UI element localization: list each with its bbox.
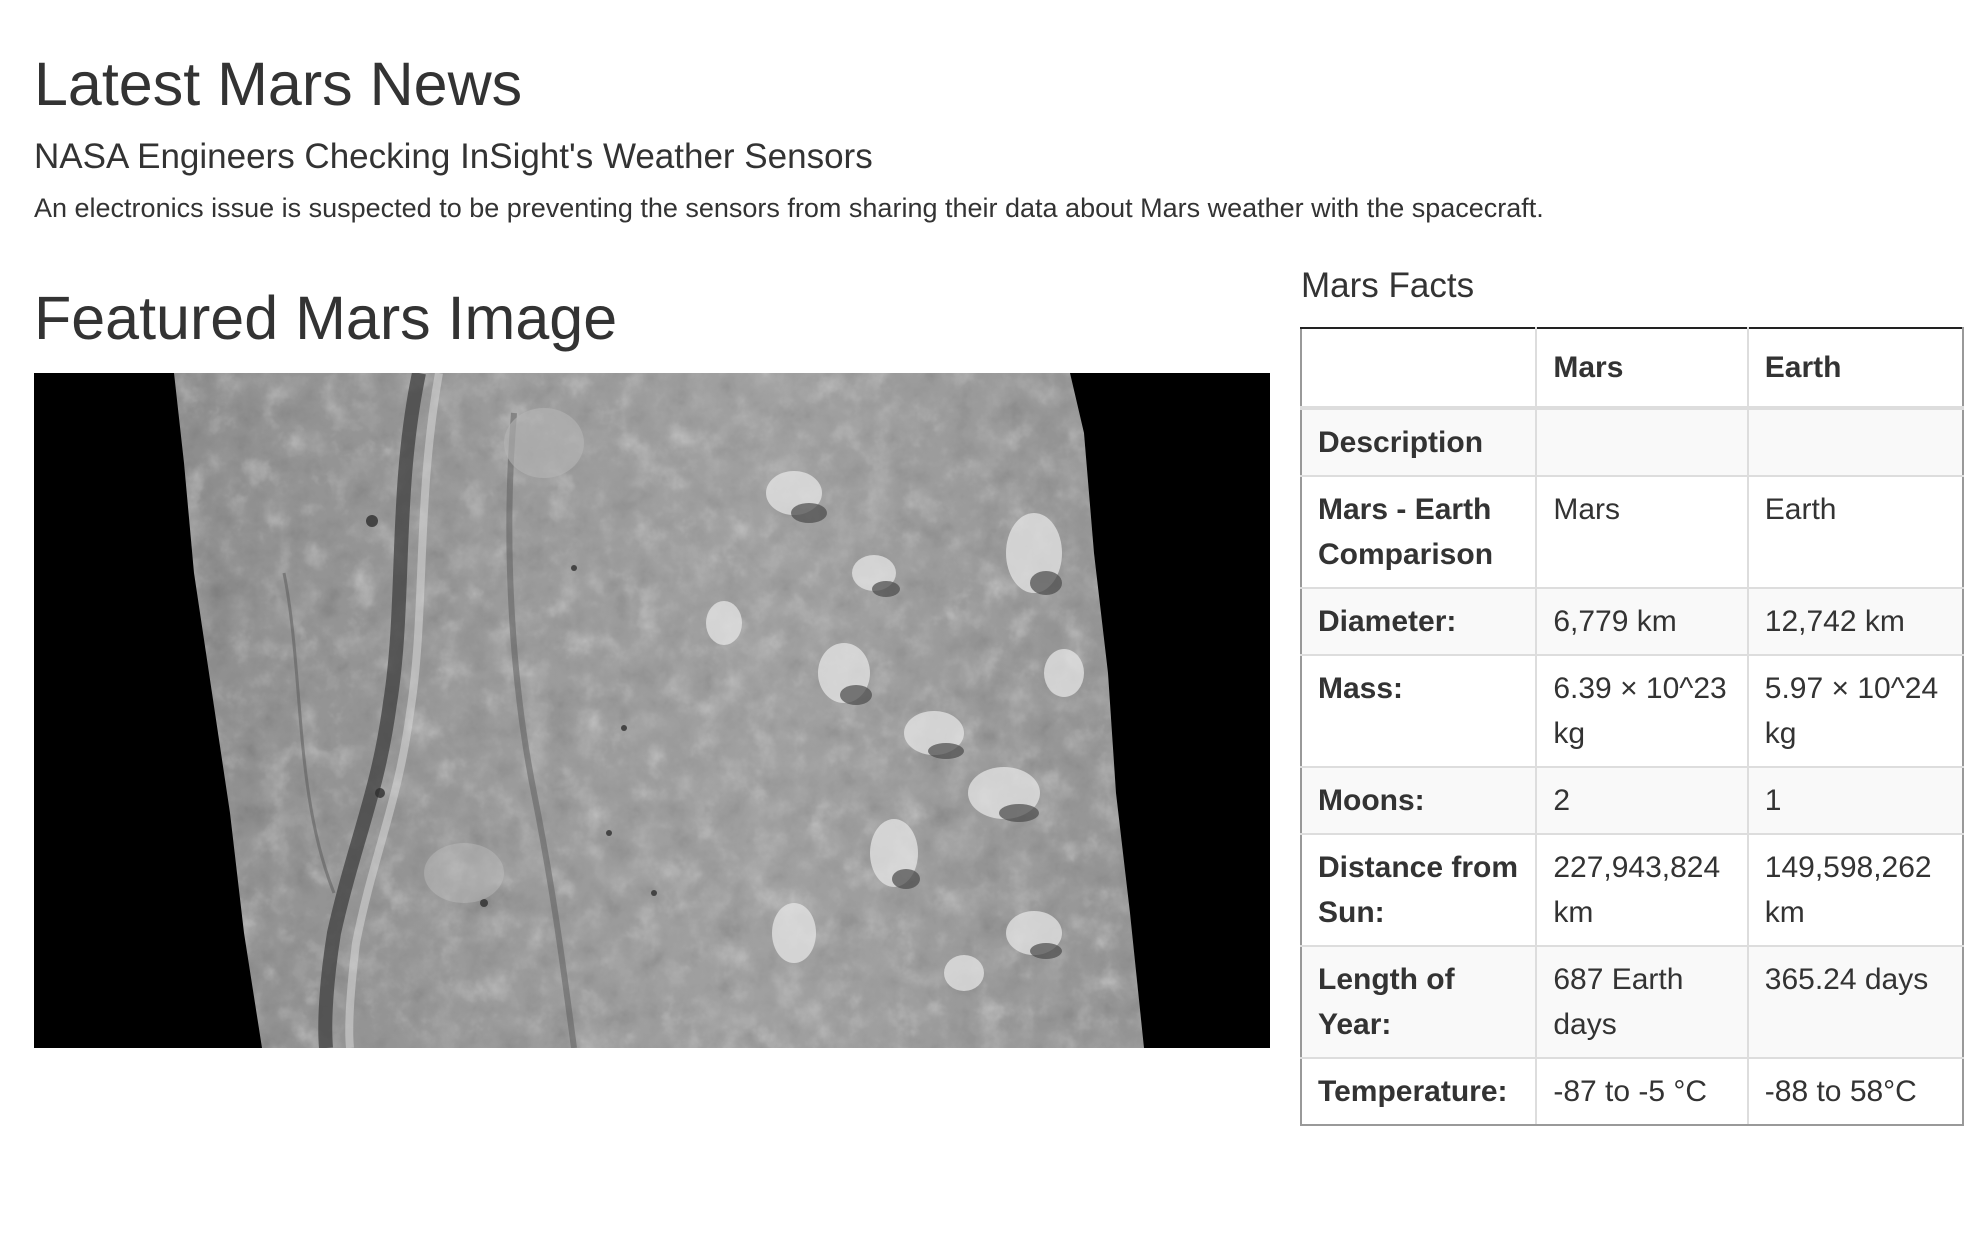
mars-value: 6.39 × 10^23 kg [1535, 654, 1749, 768]
featured-mars-image[interactable] [34, 373, 1270, 1048]
mars-value: -87 to -5 °C [1535, 1057, 1749, 1126]
row-label: Mars - Earth Comparison [1299, 475, 1538, 589]
mars-value: 6,779 km [1535, 587, 1749, 656]
news-section-heading: Latest Mars News [34, 50, 523, 118]
earth-value: 12,742 km [1746, 587, 1965, 656]
mars-facts-heading: Mars Facts [1301, 266, 1475, 305]
table-row: Diameter: 6,779 km 12,742 km [1299, 587, 1965, 656]
mars-value [1535, 407, 1749, 477]
column-header-mars: Mars [1535, 327, 1749, 410]
table-row: Mars - Earth Comparison Mars Earth [1299, 475, 1965, 589]
table-row: Temperature: -87 to -5 °C -88 to 58°C [1299, 1057, 1965, 1126]
news-teaser: An electronics issue is suspected to be … [34, 193, 1544, 223]
mars-value: 2 [1535, 766, 1749, 835]
column-header-earth: Earth [1746, 327, 1965, 410]
mars-value: Mars [1535, 475, 1749, 589]
table-header-row: Mars Earth [1299, 327, 1965, 410]
earth-value: 365.24 days [1746, 945, 1965, 1059]
column-header-blank [1299, 327, 1538, 410]
table-row: Length of Year: 687 Earth days 365.24 da… [1299, 945, 1965, 1059]
mars-value: 687 Earth days [1535, 945, 1749, 1059]
earth-value: Earth [1746, 475, 1965, 589]
earth-value: -88 to 58°C [1746, 1057, 1965, 1126]
row-label: Mass: [1299, 654, 1538, 768]
row-label: Temperature: [1299, 1057, 1538, 1126]
mars-value: 227,943,824 km [1535, 833, 1749, 947]
earth-value [1746, 407, 1965, 477]
mars-surface-picture [34, 373, 1270, 1048]
row-label: Distance from Sun: [1299, 833, 1538, 947]
earth-value: 1 [1746, 766, 1965, 835]
page: Latest Mars News NASA Engineers Checking… [0, 0, 1978, 1254]
featured-image-heading: Featured Mars Image [34, 284, 618, 352]
earth-value: 5.97 × 10^24 kg [1746, 654, 1965, 768]
row-label: Length of Year: [1299, 945, 1538, 1059]
row-label: Moons: [1299, 766, 1538, 835]
table-row: Description [1299, 407, 1965, 477]
news-title[interactable]: NASA Engineers Checking InSight's Weathe… [34, 135, 873, 179]
mars-facts-table: Mars Earth Description Mars - Earth Comp… [1299, 327, 1965, 1126]
row-label: Description [1299, 407, 1538, 477]
row-label: Diameter: [1299, 587, 1538, 656]
table-row: Distance from Sun: 227,943,824 km 149,59… [1299, 833, 1965, 947]
earth-value: 149,598,262 km [1746, 833, 1965, 947]
table-row: Mass: 6.39 × 10^23 kg 5.97 × 10^24 kg [1299, 654, 1965, 768]
table-row: Moons: 2 1 [1299, 766, 1965, 835]
